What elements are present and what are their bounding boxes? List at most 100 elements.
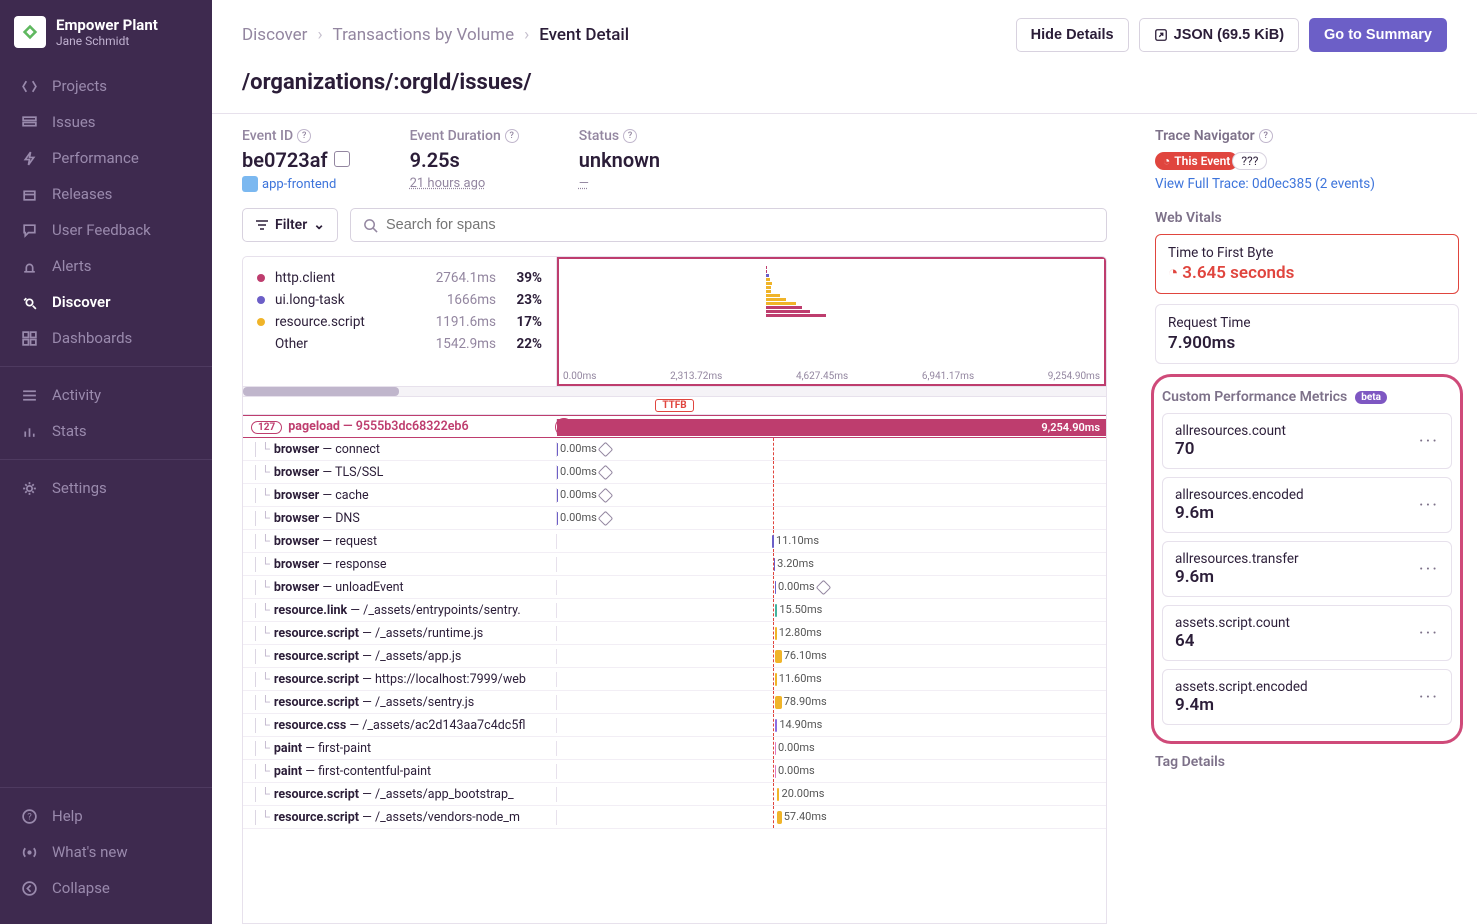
info-icon[interactable]: ? — [623, 129, 637, 143]
span-row[interactable]: └resource.script — /_assets/app.js 76.10… — [243, 645, 1106, 668]
sidebar-item-activity[interactable]: Activity — [0, 377, 212, 413]
unknown-chip[interactable]: ??? — [1232, 152, 1267, 170]
span-row[interactable]: └resource.script — /_assets/app_bootstra… — [243, 783, 1106, 806]
ops-row[interactable]: resource.script 1191.6ms 17% — [257, 311, 542, 333]
sidebar-item-label: What's new — [52, 843, 128, 861]
ttfb-line — [773, 438, 774, 460]
sidebar-item-label: Settings — [52, 479, 107, 497]
more-icon[interactable]: ··· — [1419, 623, 1439, 644]
event-time-ago: 21 hours ago — [410, 176, 519, 191]
sidebar-item-settings[interactable]: Settings — [0, 470, 212, 506]
color-dot — [257, 318, 265, 326]
span-row[interactable]: └browser — DNS 0.00ms — [243, 507, 1106, 530]
minimap[interactable]: 0.00ms2,313.72ms4,627.45ms6,941.17ms9,25… — [557, 257, 1106, 386]
span-row[interactable]: └browser — request 11.10ms — [243, 530, 1106, 553]
span-row[interactable]: └resource.script — https://localhost:799… — [243, 668, 1106, 691]
span-row[interactable]: └resource.link — /_assets/entrypoints/se… — [243, 599, 1106, 622]
sidebar-item-stats[interactable]: Stats — [0, 413, 212, 449]
span-bar — [772, 535, 774, 548]
sidebar-item-projects[interactable]: Projects — [0, 68, 212, 104]
sidebar-item-collapse[interactable]: Collapse — [0, 870, 212, 906]
span-bar — [775, 696, 782, 709]
sidebar-item-issues[interactable]: Issues — [0, 104, 212, 140]
span-bar — [557, 443, 558, 456]
span-bar — [775, 742, 776, 755]
sidebar-item-discover[interactable]: Discover — [0, 284, 212, 320]
span-row[interactable]: └resource.script — /_assets/runtime.js 1… — [243, 622, 1106, 645]
more-icon[interactable]: ··· — [1419, 431, 1439, 452]
sidebar-item-dashboards[interactable]: Dashboards — [0, 320, 212, 356]
span-row[interactable]: └paint — first-paint 0.00ms — [243, 737, 1106, 760]
metric-card[interactable]: allresources.transfer9.6m ··· — [1162, 541, 1452, 597]
metric-card[interactable]: allresources.encoded9.6m ··· — [1162, 477, 1452, 533]
span-row[interactable]: └browser — cache 0.00ms — [243, 484, 1106, 507]
sidebar-item-help[interactable]: ?Help — [0, 798, 212, 834]
span-row[interactable]: └resource.script — /_assets/vendors-node… — [243, 806, 1106, 829]
more-icon[interactable]: ··· — [1419, 559, 1439, 580]
json-button[interactable]: JSON (69.5 KiB) — [1139, 18, 1299, 52]
metric-card[interactable]: assets.script.count64 ··· — [1162, 605, 1452, 661]
span-row[interactable]: └browser — TLS/SSL 0.00ms — [243, 461, 1106, 484]
event-duration-value: 9.25s — [410, 148, 519, 172]
ops-row[interactable]: ui.long-task 1666ms 23% — [257, 289, 542, 311]
ttfb-card[interactable]: Time to First Byte ◔3.645 seconds — [1155, 234, 1459, 294]
search-spans-input[interactable] — [350, 208, 1107, 242]
info-icon[interactable]: ? — [1259, 129, 1273, 143]
org-switcher[interactable]: Empower Plant Jane Schmidt — [0, 0, 212, 64]
ops-row[interactable]: http.client 2764.1ms 39% — [257, 267, 542, 289]
chevron-right-icon: › — [524, 25, 529, 45]
breadcrumb-item[interactable]: Discover — [242, 25, 307, 45]
breadcrumb: Discover › Transactions by Volume › Even… — [242, 25, 629, 45]
info-icon[interactable]: ? — [297, 129, 311, 143]
span-bar — [774, 558, 775, 571]
project-link[interactable]: app-frontend — [242, 176, 350, 192]
sidebar-item-label: Dashboards — [52, 329, 132, 347]
ops-breakdown: http.client 2764.1ms 39% ui.long-task 16… — [243, 257, 557, 386]
go-to-summary-button[interactable]: Go to Summary — [1309, 18, 1447, 52]
sidebar-item-releases[interactable]: Releases — [0, 176, 212, 212]
chevron-down-icon: ⌄ — [313, 217, 325, 233]
ops-row[interactable]: Other 1542.9ms 22% — [257, 333, 542, 355]
span-bar — [775, 673, 777, 686]
hide-details-button[interactable]: Hide Details — [1016, 18, 1129, 52]
span-waterfall: http.client 2764.1ms 39% ui.long-task 16… — [242, 256, 1107, 924]
sidebar-item-label: Activity — [52, 386, 101, 404]
this-event-chip[interactable]: ◔This Event — [1155, 152, 1238, 170]
status-value: unknown — [579, 148, 660, 172]
span-row[interactable]: └paint — first-contentful-paint 0.00ms — [243, 760, 1106, 783]
metric-card[interactable]: allresources.count70 ··· — [1162, 413, 1452, 469]
copy-icon[interactable] — [334, 151, 350, 167]
org-logo — [14, 16, 46, 48]
user-name: Jane Schmidt — [56, 34, 158, 48]
sidebar-item-alerts[interactable]: Alerts — [0, 248, 212, 284]
more-icon[interactable]: ··· — [1419, 687, 1439, 708]
span-bar — [775, 627, 777, 640]
scroll-indicator[interactable] — [243, 387, 1106, 397]
request-time-card[interactable]: Request Time 7.900ms — [1155, 304, 1459, 364]
info-icon[interactable]: ? — [505, 129, 519, 143]
bar-chart-icon — [20, 422, 38, 440]
span-row[interactable]: └browser — unloadEvent 0.00ms — [243, 576, 1106, 599]
span-row[interactable]: └browser — response 3.20ms — [243, 553, 1106, 576]
filter-button[interactable]: Filter ⌄ — [242, 208, 338, 242]
event-id-block: Event ID? be0723af app-frontend — [242, 128, 350, 192]
sidebar-item-user-feedback[interactable]: User Feedback — [0, 212, 212, 248]
span-bar — [775, 581, 776, 594]
ttfb-line — [773, 507, 774, 529]
span-row[interactable]: └browser — connect 0.00ms — [243, 438, 1106, 461]
metric-card[interactable]: assets.script.encoded9.4m ··· — [1162, 669, 1452, 725]
span-row[interactable]: └resource.css — /_assets/ac2d143aa7c4dc5… — [243, 714, 1106, 737]
view-full-trace-link[interactable]: View Full Trace: 0d0ec385 (2 events) — [1155, 176, 1459, 192]
fire-icon: ◔ — [1163, 154, 1170, 168]
external-link-icon — [1154, 28, 1168, 42]
span-row-pageload[interactable]: 127pageload — 9555b3dc68322eb6 ◔9,254.90… — [243, 415, 1106, 438]
more-icon[interactable]: ··· — [1419, 495, 1439, 516]
warning-icon — [598, 464, 614, 480]
ttfb-marker: TTFB — [243, 397, 1106, 415]
sidebar-item-performance[interactable]: Performance — [0, 140, 212, 176]
custom-metrics-highlight: Custom Performance Metrics beta allresou… — [1151, 374, 1463, 744]
span-row[interactable]: └resource.script — /_assets/sentry.js 78… — [243, 691, 1106, 714]
project-icon — [242, 176, 258, 192]
breadcrumb-item[interactable]: Transactions by Volume — [333, 25, 515, 45]
sidebar-item-what-s-new[interactable]: What's new — [0, 834, 212, 870]
